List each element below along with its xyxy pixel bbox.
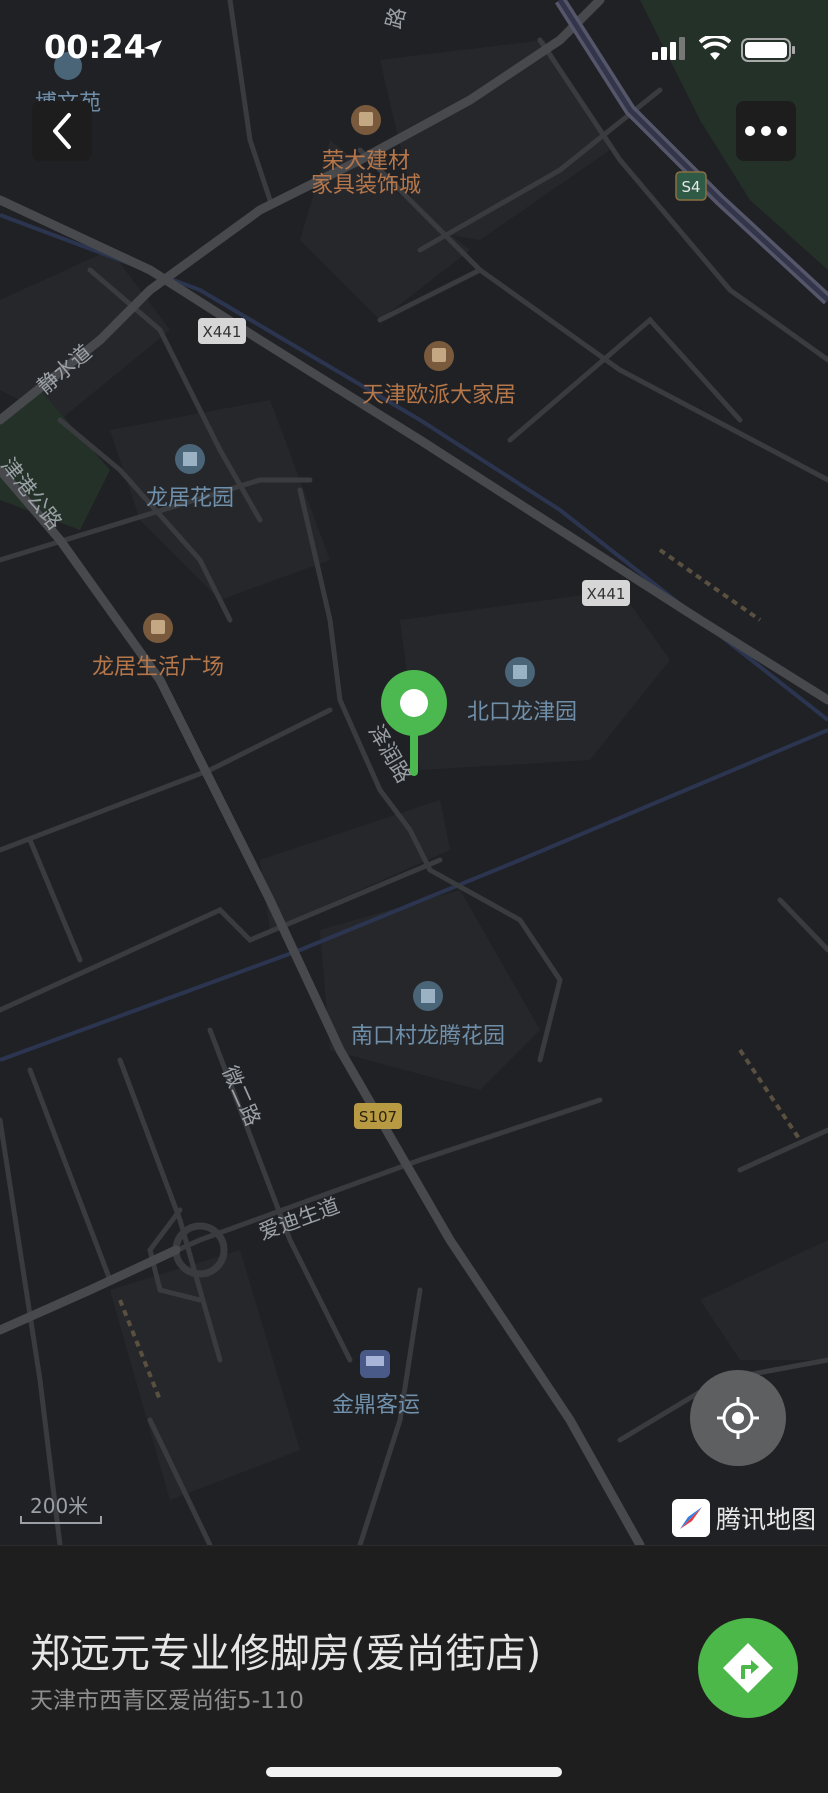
- map-canvas[interactable]: S4 X441 X441 S107 路 静水道 津港公路 泽润路 微二路 爱迪生…: [0, 0, 828, 1545]
- locate-me-button[interactable]: [690, 1370, 786, 1466]
- svg-text:龙居花园: 龙居花园: [146, 486, 234, 511]
- home-indicator: [266, 1767, 562, 1777]
- chevron-left-icon: [53, 113, 71, 149]
- svg-text:X441: X441: [587, 585, 626, 603]
- scale-bar: [20, 1516, 102, 1524]
- svg-text:荣大建材: 荣大建材: [322, 149, 410, 174]
- more-button[interactable]: [736, 101, 796, 161]
- brand-text: 腾讯地图: [716, 1505, 817, 1534]
- shield-x441-a: X441: [198, 318, 246, 344]
- svg-text:S4: S4: [681, 178, 700, 196]
- status-bar: 00:24: [0, 0, 828, 100]
- svg-text:天津欧派大家居: 天津欧派大家居: [362, 383, 516, 408]
- map-scale: 200米: [20, 1490, 104, 1530]
- svg-text:家具装饰城: 家具装饰城: [311, 173, 421, 198]
- directions-icon: [723, 1643, 773, 1693]
- tencent-map-logo-icon: [672, 1499, 710, 1537]
- battery-icon: [741, 38, 795, 62]
- svg-text:南口村龙腾花园: 南口村龙腾花园: [351, 1024, 505, 1049]
- place-name: 郑远元专业修脚房(爱尚街店): [30, 1631, 542, 1677]
- scale-label: 200米: [30, 1494, 89, 1518]
- status-time: 00:24: [44, 28, 146, 66]
- svg-text:X441: X441: [203, 323, 242, 341]
- place-address: 天津市西青区爱尚街5-110: [30, 1688, 304, 1714]
- place-info-panel[interactable]: 郑远元专业修脚房(爱尚街店) 天津市西青区爱尚街5-110: [0, 1545, 828, 1793]
- navigate-button[interactable]: [698, 1618, 798, 1718]
- shield-x441-b: X441: [582, 580, 630, 606]
- back-button[interactable]: [32, 101, 92, 161]
- location-arrow-icon: [144, 40, 162, 58]
- svg-text:北口龙津园: 北口龙津园: [467, 700, 577, 725]
- wifi-icon: [699, 36, 731, 60]
- svg-text:龙居生活广场: 龙居生活广场: [92, 655, 224, 680]
- svg-text:金鼎客运: 金鼎客运: [332, 1393, 420, 1418]
- svg-text:S107: S107: [359, 1108, 397, 1126]
- cellular-signal-icon: [652, 37, 685, 60]
- more-dots-icon: [745, 126, 787, 136]
- crosshair-icon: [717, 1397, 759, 1439]
- shield-s107: S107: [354, 1103, 402, 1129]
- map-brand: 腾讯地图: [672, 1499, 816, 1537]
- shield-s4: S4: [675, 171, 707, 201]
